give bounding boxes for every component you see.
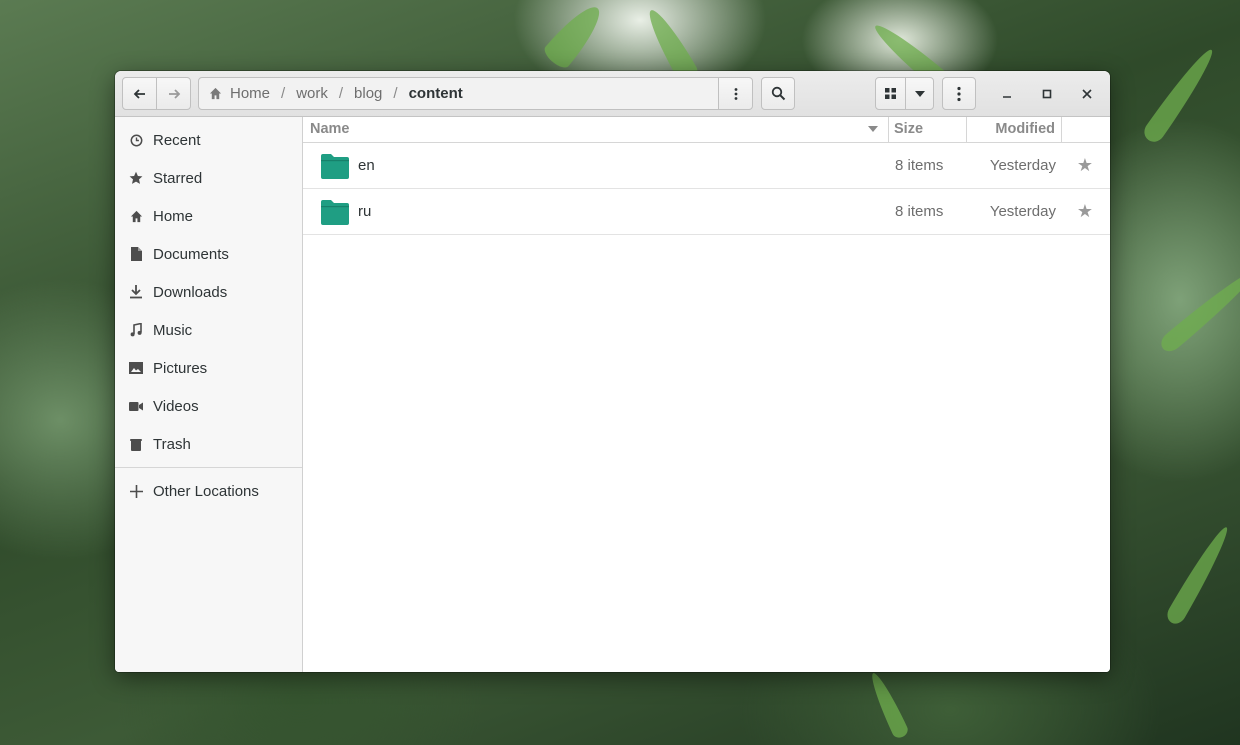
- column-header-modified[interactable]: Modified: [967, 117, 1062, 142]
- column-header-row: Name Size Modified: [303, 117, 1110, 143]
- sidebar-item-music[interactable]: Music: [115, 311, 302, 349]
- breadcrumb-home[interactable]: Home: [209, 85, 270, 102]
- home-icon: [129, 209, 143, 223]
- sidebar-item-label: Trash: [153, 435, 191, 453]
- close-button[interactable]: [1075, 82, 1099, 106]
- sidebar-item-recent[interactable]: Recent: [115, 121, 302, 159]
- music-note-icon: [129, 323, 143, 337]
- file-name: ru: [358, 203, 372, 220]
- sidebar-item-videos[interactable]: Videos: [115, 387, 302, 425]
- breadcrumb-separator: /: [338, 85, 344, 102]
- breadcrumb-label: content: [408, 85, 463, 102]
- maximize-icon: [1042, 89, 1052, 99]
- sidebar-item-trash[interactable]: Trash: [115, 425, 302, 463]
- trash-icon: [129, 437, 143, 451]
- home-icon: [209, 87, 222, 100]
- vertical-dots-icon: [734, 87, 737, 100]
- grid-view-button[interactable]: [875, 77, 906, 110]
- sidebar-item-label: Videos: [153, 397, 199, 415]
- maximize-button[interactable]: [1035, 82, 1059, 106]
- breadcrumb-content[interactable]: content: [409, 85, 463, 102]
- column-header-name[interactable]: Name: [303, 117, 889, 142]
- grid-icon: [885, 88, 896, 99]
- download-icon: [129, 285, 143, 299]
- sidebar-item-label: Other Locations: [153, 482, 259, 500]
- back-button[interactable]: [122, 77, 157, 110]
- file-size: 8 items: [895, 157, 944, 174]
- image-icon: [129, 361, 143, 375]
- column-header-size[interactable]: Size: [889, 117, 967, 142]
- minimize-button[interactable]: [995, 82, 1019, 106]
- search-icon: [771, 86, 785, 101]
- column-header-label: Size: [894, 121, 924, 137]
- arrow-right-icon: [168, 88, 180, 99]
- places-sidebar: Recent Starred Home Documents Downloads …: [115, 117, 303, 672]
- path-menu-button[interactable]: [718, 77, 753, 110]
- file-name: en: [358, 157, 375, 174]
- sidebar-item-documents[interactable]: Documents: [115, 235, 302, 273]
- breadcrumb-label: work: [296, 85, 328, 102]
- sidebar-item-label: Pictures: [153, 359, 208, 377]
- document-icon: [129, 247, 143, 261]
- star-icon: [129, 171, 143, 185]
- sidebar-item-label: Downloads: [153, 283, 228, 301]
- sidebar-item-label: Recent: [153, 131, 201, 149]
- breadcrumb-separator: /: [393, 85, 398, 102]
- file-row-en[interactable]: en 8 items Yesterday ★: [303, 143, 1110, 189]
- clock-icon: [129, 133, 143, 147]
- breadcrumb-blog[interactable]: blog: [354, 85, 382, 102]
- path-bar: Home / work / blog / content: [198, 77, 719, 110]
- header-bar: Home / work / blog / content: [115, 71, 1110, 117]
- close-icon: [1082, 89, 1092, 99]
- file-manager-window: Home / work / blog / content Recent Star…: [115, 71, 1110, 672]
- breadcrumb-label: Home: [230, 85, 271, 102]
- star-toggle-icon[interactable]: ★: [1075, 189, 1095, 234]
- main-menu-button[interactable]: [942, 77, 976, 110]
- chevron-down-icon: [914, 90, 925, 97]
- file-row-ru[interactable]: ru 8 items Yesterday ★: [303, 189, 1110, 235]
- vertical-dots-icon: [957, 86, 961, 101]
- arrow-left-icon: [133, 88, 145, 99]
- view-options-button[interactable]: [905, 77, 934, 110]
- sort-descending-icon: [868, 126, 878, 132]
- file-modified: Yesterday: [989, 157, 1056, 174]
- column-header-label: Modified: [995, 121, 1055, 137]
- breadcrumb-separator: /: [281, 85, 286, 102]
- breadcrumb-work[interactable]: work: [296, 85, 328, 102]
- sidebar-item-starred[interactable]: Starred: [115, 159, 302, 197]
- sidebar-item-label: Starred: [153, 169, 203, 187]
- sidebar-item-downloads[interactable]: Downloads: [115, 273, 302, 311]
- sidebar-item-label: Music: [153, 321, 193, 339]
- sidebar-item-home[interactable]: Home: [115, 197, 302, 235]
- column-header-label: Name: [310, 121, 350, 137]
- sidebar-item-pictures[interactable]: Pictures: [115, 349, 302, 387]
- star-toggle-icon[interactable]: ★: [1075, 143, 1095, 188]
- file-modified: Yesterday: [989, 203, 1056, 220]
- folder-icon: [321, 189, 349, 234]
- video-camera-icon: [129, 399, 143, 413]
- breadcrumb-label: blog: [354, 85, 383, 102]
- folder-icon: [321, 143, 349, 188]
- forward-button[interactable]: [156, 77, 191, 110]
- file-size: 8 items: [895, 203, 944, 220]
- sidebar-divider: [115, 467, 302, 468]
- minimize-icon: [1003, 96, 1011, 98]
- sidebar-item-label: Home: [153, 207, 194, 225]
- file-list-view: Name Size Modified en 8 items Yesterday …: [303, 117, 1110, 672]
- plus-icon: [129, 484, 143, 498]
- sidebar-item-other-locations[interactable]: Other Locations: [115, 472, 302, 510]
- sidebar-item-label: Documents: [153, 245, 229, 263]
- search-button[interactable]: [761, 77, 795, 110]
